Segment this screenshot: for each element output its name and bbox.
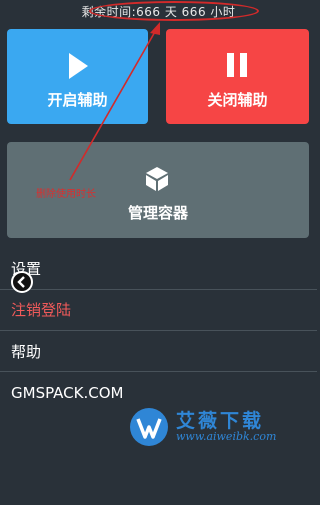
start-assist-label: 开启辅助 [47, 91, 108, 109]
menu-logout[interactable]: 注销登陆 [0, 290, 317, 330]
stop-assist-button[interactable]: 关闭辅助 [166, 29, 309, 124]
watermark-name: 艾薇下载 [176, 410, 265, 432]
watermark-url: www.aiweibk.com [176, 430, 277, 443]
divider [0, 330, 317, 331]
aiwei-logo-icon [130, 408, 168, 446]
start-assist-button[interactable]: 开启辅助 [7, 29, 148, 124]
menu-settings[interactable]: 设置 [0, 249, 317, 289]
watermark: 艾薇下载 www.aiweibk.com [128, 406, 298, 450]
back-arrow-icon [17, 276, 25, 288]
back-button[interactable] [11, 271, 33, 293]
annotation-text: 删除使用时长 [36, 189, 96, 200]
status-bar: 剩余时间:666 天 666 小时 [0, 0, 317, 24]
manage-container-label: 管理容器 [127, 204, 188, 222]
cube-icon [146, 167, 168, 191]
divider [0, 371, 317, 372]
stop-assist-label: 关闭辅助 [207, 91, 268, 109]
menu-help[interactable]: 帮助 [0, 332, 317, 372]
annotation-ellipse [89, 1, 259, 21]
pause-icon [227, 53, 247, 77]
play-icon [69, 53, 88, 79]
